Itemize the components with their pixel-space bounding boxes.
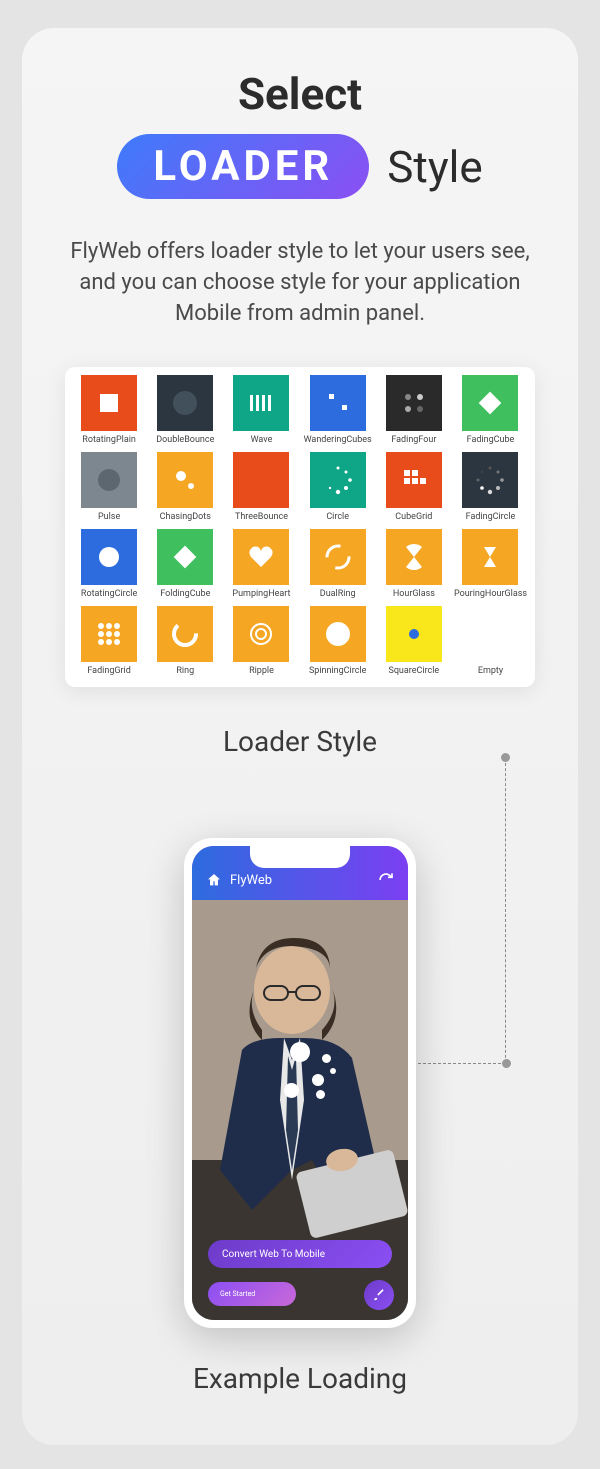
heading-style: Style — [387, 141, 482, 193]
loader-option-wave[interactable]: Wave — [225, 375, 297, 448]
loader-label: HourGlass — [378, 589, 450, 602]
threebounce-icon — [233, 452, 289, 508]
loader-label: Pulse — [73, 512, 145, 525]
fadingcube-icon — [462, 375, 518, 431]
hourglass-icon — [386, 529, 442, 585]
rotatingplain-icon — [81, 375, 137, 431]
empty-icon — [462, 606, 518, 662]
rotatingcircle-icon — [81, 529, 137, 585]
phone-notch — [250, 846, 350, 868]
loader-label: PumpingHeart — [225, 589, 297, 602]
loader-label: ThreeBounce — [225, 512, 297, 525]
subtitle-example-loading: Example Loading — [46, 1362, 554, 1395]
app-title: FlyWeb — [230, 873, 272, 888]
refresh-icon[interactable] — [378, 872, 394, 888]
ripple-icon — [233, 606, 289, 662]
loader-label: FadingCircle — [454, 512, 527, 525]
loader-option-circle[interactable]: Circle — [302, 452, 374, 525]
loader-option-fadingcube[interactable]: FadingCube — [454, 375, 527, 448]
loader-label: WanderingCubes — [302, 435, 374, 448]
heading-pill-loader: LOADER — [117, 134, 369, 199]
heading-select: Select — [46, 68, 554, 120]
home-icon — [206, 872, 222, 888]
loader-option-empty[interactable]: Empty — [454, 606, 527, 679]
spinningcircle-icon — [310, 606, 366, 662]
fadingfour-icon — [386, 375, 442, 431]
loader-label: Circle — [302, 512, 374, 525]
foldingcube-icon — [157, 529, 213, 585]
loader-option-fadingcircle[interactable]: FadingCircle — [454, 452, 527, 525]
wanderingcubes-icon — [310, 375, 366, 431]
loader-label: FadingFour — [378, 435, 450, 448]
loading-spinner — [260, 1028, 340, 1108]
loader-label: ChasingDots — [149, 512, 221, 525]
get-started-button[interactable]: Get Started — [208, 1282, 296, 1306]
loader-option-wanderingcubes[interactable]: WanderingCubes — [302, 375, 374, 448]
loader-option-fadingfour[interactable]: FadingFour — [378, 375, 450, 448]
loader-option-doublebounce[interactable]: DoubleBounce — [149, 375, 221, 448]
app-content: Convert Web To Mobile Get Started — [192, 900, 408, 1320]
squarecircle-icon — [386, 606, 442, 662]
loader-label: SquareCircle — [378, 666, 450, 679]
fadingcircle-icon — [462, 452, 518, 508]
ring-icon — [157, 606, 213, 662]
loader-label: FadingGrid — [73, 666, 145, 679]
loader-label: RotatingCircle — [73, 589, 145, 602]
chasingdots-icon — [157, 452, 213, 508]
loader-option-spinningcircle[interactable]: SpinningCircle — [302, 606, 374, 679]
cubegrid-icon — [386, 452, 442, 508]
loader-label: Ripple — [225, 666, 297, 679]
loader-option-foldingcube[interactable]: FoldingCube — [149, 529, 221, 602]
loader-option-fadinggrid[interactable]: FadingGrid — [73, 606, 145, 679]
loader-option-threebounce[interactable]: ThreeBounce — [225, 452, 297, 525]
loader-option-pouringhourglass[interactable]: PouringHourGlass — [454, 529, 527, 602]
phone-mockup: FlyWeb — [184, 838, 416, 1328]
loader-label: SpinningCircle — [302, 666, 374, 679]
loader-option-rotatingcircle[interactable]: RotatingCircle — [73, 529, 145, 602]
loader-grid: RotatingPlain DoubleBounce Wave WanderingCu… — [65, 367, 535, 687]
loader-label: RotatingPlain — [73, 435, 145, 448]
loader-label: Empty — [454, 666, 527, 679]
loader-option-chasingdots[interactable]: ChasingDots — [149, 452, 221, 525]
loader-label: FoldingCube — [149, 589, 221, 602]
pulse-icon — [81, 452, 137, 508]
loader-option-dualring[interactable]: DualRing — [302, 529, 374, 602]
loader-option-hourglass[interactable]: HourGlass — [378, 529, 450, 602]
loader-label: CubeGrid — [378, 512, 450, 525]
convert-banner[interactable]: Convert Web To Mobile — [208, 1240, 392, 1268]
loader-label: DualRing — [302, 589, 374, 602]
description-text: FlyWeb offers loader style to let your u… — [56, 237, 544, 329]
brush-icon — [372, 1288, 386, 1302]
wave-icon — [233, 375, 289, 431]
loader-option-pulse[interactable]: Pulse — [73, 452, 145, 525]
loader-label: Ring — [149, 666, 221, 679]
doublebounce-icon — [157, 375, 213, 431]
loader-option-rotatingplain[interactable]: RotatingPlain — [73, 375, 145, 448]
loader-label: PouringHourGlass — [454, 589, 527, 602]
pouringhourglass-icon — [462, 529, 518, 585]
loader-option-cubegrid[interactable]: CubeGrid — [378, 452, 450, 525]
connector-line — [446, 758, 506, 1068]
fadinggrid-icon — [81, 606, 137, 662]
loader-option-squarecircle[interactable]: SquareCircle — [378, 606, 450, 679]
circle-icon — [310, 452, 366, 508]
loader-option-ring[interactable]: Ring — [149, 606, 221, 679]
dualring-icon — [310, 529, 366, 585]
loader-label: FadingCube — [454, 435, 527, 448]
subtitle-loader-style: Loader Style — [46, 725, 554, 758]
loader-label: DoubleBounce — [149, 435, 221, 448]
loader-option-ripple[interactable]: Ripple — [225, 606, 297, 679]
loader-option-pumpingheart[interactable]: PumpingHeart — [225, 529, 297, 602]
pumpingheart-icon — [233, 529, 289, 585]
loader-label: Wave — [225, 435, 297, 448]
